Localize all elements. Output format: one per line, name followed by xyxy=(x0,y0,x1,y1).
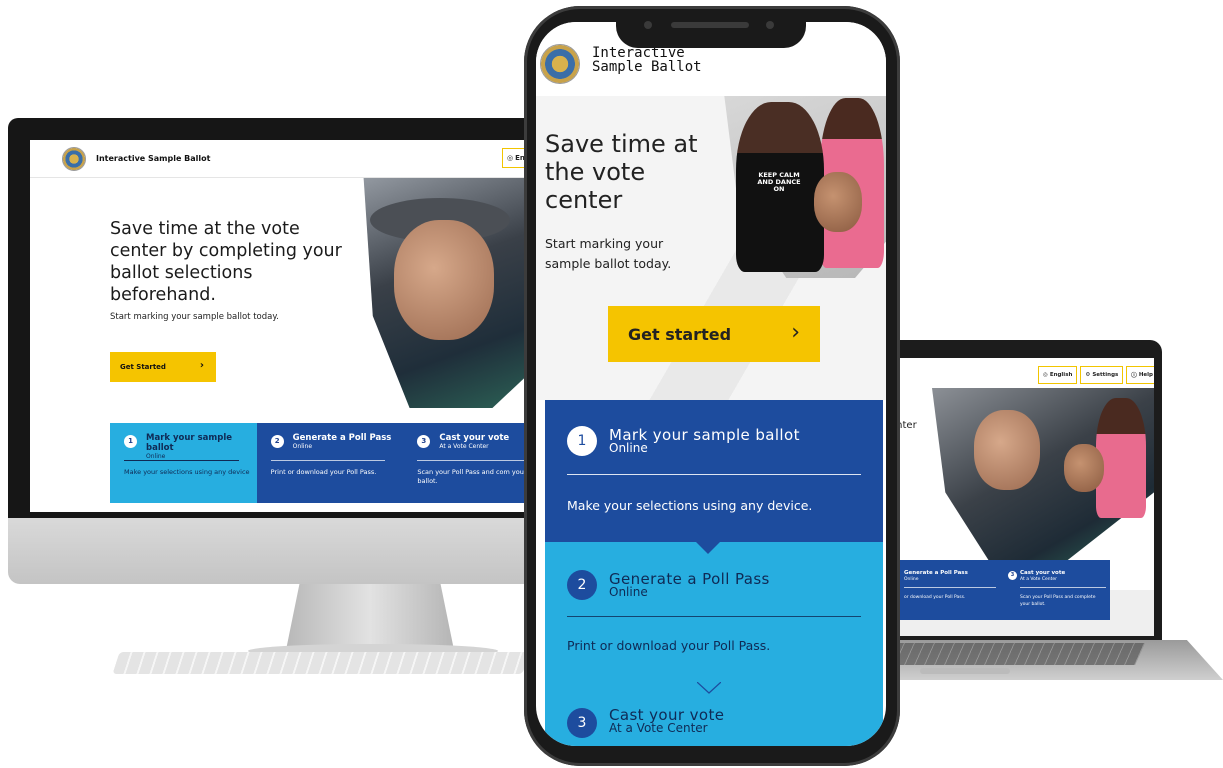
globe-icon: ◎ xyxy=(1043,372,1048,378)
step-subtitle: Online xyxy=(609,441,648,455)
step-pointer-icon xyxy=(696,682,721,694)
language-button[interactable]: ◎ English xyxy=(1038,366,1078,384)
county-seal-logo[interactable] xyxy=(540,44,580,84)
hero-image-child xyxy=(814,172,862,232)
hero-heading: Save time at the vote center xyxy=(545,130,698,214)
desktop-monitor: Interactive Sample Ballot ◎ Englis Save … xyxy=(8,118,548,658)
speaker-grille xyxy=(671,22,749,28)
steps-strip: Generate a Poll Pass Online or download … xyxy=(892,560,1110,620)
help-button[interactable]: ⓘ Help xyxy=(1126,366,1154,384)
step-divider xyxy=(904,587,996,588)
step-divider xyxy=(1020,587,1106,588)
hero-subtext: Start marking your sample ballot today. xyxy=(545,236,672,271)
step-mark-ballot[interactable]: 1 Mark your sample ballot Online Make yo… xyxy=(545,400,883,542)
step-number: 3 xyxy=(1008,571,1017,580)
monitor-stand xyxy=(286,584,454,650)
phone-notch xyxy=(616,10,806,48)
step-subtitle: Online xyxy=(609,585,648,599)
step-number: 3 xyxy=(567,708,597,738)
step-mark-ballot[interactable]: 1 Mark your sample ballot Online Make yo… xyxy=(110,423,257,503)
get-started-label: Get started xyxy=(628,324,732,344)
hero-image-face xyxy=(394,220,494,340)
step-subtitle: Online xyxy=(904,577,919,582)
desktop-header: Interactive Sample Ballot ◎ Englis xyxy=(30,140,548,178)
camera-icon xyxy=(644,21,652,29)
step-divider xyxy=(417,460,533,461)
step-subtitle: At a Vote Center xyxy=(1020,577,1057,582)
laptop-trackpad xyxy=(920,668,1010,674)
step-cast-vote[interactable]: 3 Cast your vote At a Vote Center Scan y… xyxy=(1008,570,1106,607)
get-started-label: Get Started xyxy=(120,363,166,371)
step-description: Scan your Poll Pass and complete your ba… xyxy=(1020,595,1096,607)
step-number: 1 xyxy=(124,435,137,448)
phone-screen: Interactive Sample Ballot KEEP CALM AND … xyxy=(536,22,886,746)
step-title: Generate a Poll Pass xyxy=(292,433,392,443)
keyboard xyxy=(112,652,530,674)
step-description: Make your selections using any device. xyxy=(567,498,813,513)
step-title: Cast your vote xyxy=(1020,570,1066,576)
help-icon: ⓘ xyxy=(1131,373,1137,379)
step-divider xyxy=(270,460,386,461)
step-generate-poll-pass[interactable]: 2 Generate a Poll Pass Online Print or d… xyxy=(256,423,404,503)
step-pointer-icon xyxy=(696,542,720,554)
chevron-right-icon: › xyxy=(791,320,800,345)
step-generate-poll-pass[interactable]: 2 Generate a Poll Pass Online Print or d… xyxy=(545,542,883,684)
step-number: 2 xyxy=(270,435,284,448)
help-label: Help xyxy=(1138,372,1153,378)
step-number: 3 xyxy=(417,435,431,448)
step-title: Mark your sample ballot xyxy=(146,433,232,453)
step-divider xyxy=(567,616,861,617)
desktop-screen: Interactive Sample Ballot ◎ Englis Save … xyxy=(30,140,548,512)
step-divider xyxy=(567,474,861,475)
laptop-screen: ◎ English ⚙ Settings ⓘ Help enter ot Gen… xyxy=(892,358,1154,636)
shirt-slogan: KEEP CALM AND DANCE ON xyxy=(757,171,801,193)
hero-heading: Save time at the vote center by completi… xyxy=(110,219,342,305)
get-started-button[interactable]: Get started › xyxy=(608,306,820,362)
sensor-icon xyxy=(766,21,774,29)
step-subtitle: Online xyxy=(292,443,313,450)
settings-button[interactable]: ⚙ Settings xyxy=(1080,366,1124,384)
step-subtitle: At a Vote Center xyxy=(609,721,708,735)
hero-subtext: Start marking your sample ballot today. xyxy=(110,312,279,322)
settings-label: Settings xyxy=(1092,372,1119,378)
hero-image-boy: KEEP CALM AND DANCE ON xyxy=(736,102,824,272)
hero-image-woman xyxy=(1096,398,1146,518)
hero-image-face xyxy=(974,410,1040,490)
site-title: Interactive Sample Ballot xyxy=(96,154,211,163)
step-number: 1 xyxy=(567,426,597,456)
step-description: Print or download your Poll Pass. xyxy=(270,468,377,476)
step-number: 2 xyxy=(567,570,597,600)
globe-icon: ◎ xyxy=(507,154,514,162)
step-generate-poll-pass[interactable]: Generate a Poll Pass Online or download … xyxy=(904,570,996,600)
step-description: or download your Poll Pass. xyxy=(904,595,966,600)
step-description: Make your selections using any device xyxy=(124,468,250,476)
gear-icon: ⚙ xyxy=(1085,372,1091,378)
laptop-keyboard xyxy=(885,643,1145,665)
language-label: English xyxy=(1049,372,1073,378)
step-title: Generate a Poll Pass xyxy=(904,570,968,576)
chevron-right-icon: › xyxy=(199,360,204,371)
site-title: Interactive Sample Ballot xyxy=(592,45,702,75)
get-started-button[interactable]: Get Started › xyxy=(110,352,216,382)
county-seal-logo[interactable] xyxy=(62,146,86,171)
step-description: Print or download your Poll Pass. xyxy=(567,638,771,653)
laptop-header-buttons: ◎ English ⚙ Settings ⓘ Help xyxy=(1038,366,1154,384)
hero-image-child xyxy=(1064,444,1104,492)
monitor-chin xyxy=(8,518,548,584)
steps-strip: 1 Mark your sample ballot Online Make yo… xyxy=(110,423,548,503)
step-divider xyxy=(124,460,239,461)
